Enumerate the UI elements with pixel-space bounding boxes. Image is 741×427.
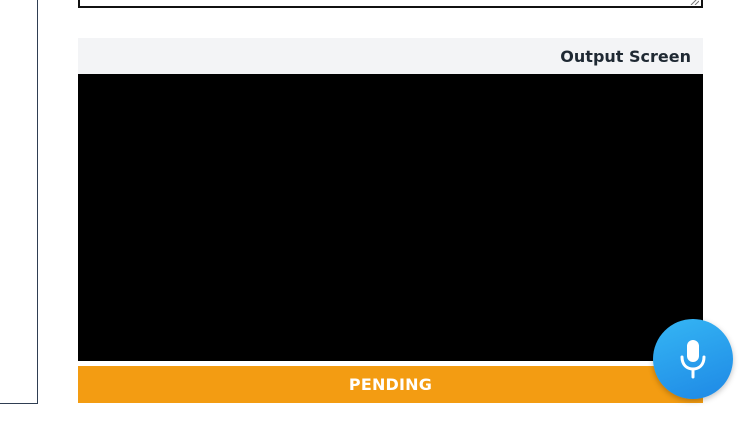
code-textarea[interactable] — [78, 0, 703, 8]
page: Output Screen PENDING — [0, 0, 741, 427]
output-header: Output Screen — [78, 38, 703, 74]
mic-button[interactable] — [653, 319, 733, 399]
microphone-icon — [680, 340, 706, 379]
output-screen-title: Output Screen — [560, 46, 691, 66]
output-screen[interactable] — [78, 74, 703, 361]
status-bar: PENDING — [78, 366, 703, 403]
status-label: PENDING — [348, 375, 433, 394]
resize-handle-icon[interactable] — [689, 0, 699, 5]
left-panel — [0, 0, 38, 404]
